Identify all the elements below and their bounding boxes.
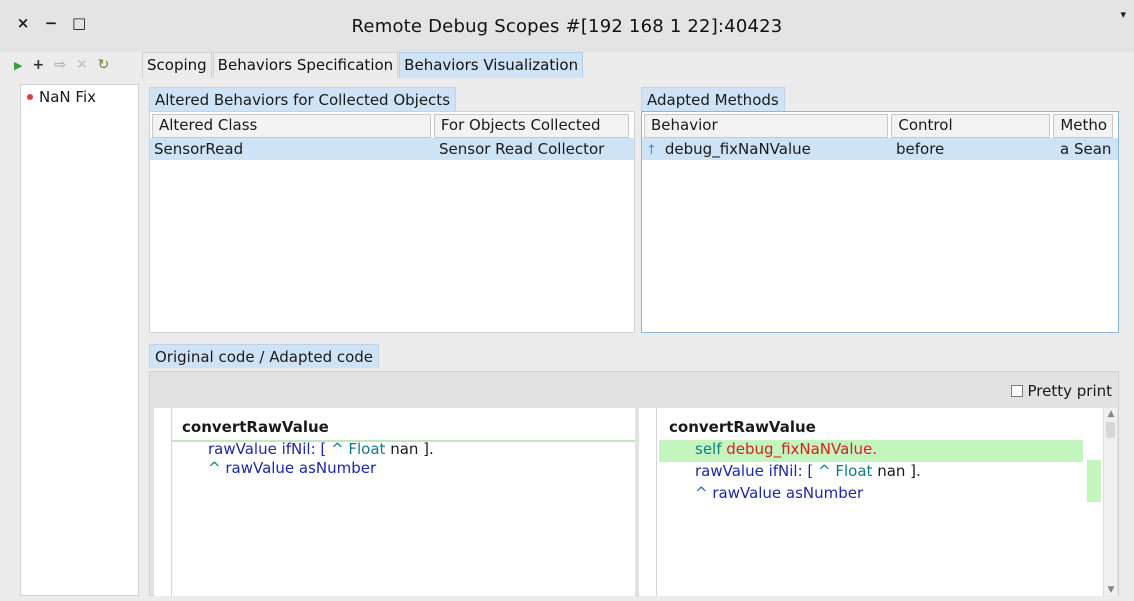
table-row[interactable]: SensorRead Sensor Read Collector — [150, 138, 634, 160]
tab-bar: Scoping Behaviors Specification Behavior… — [142, 52, 584, 78]
maximize-icon[interactable]: □ — [72, 14, 86, 32]
adapted-methods-table: Behavior Control Metho ↑ debug_fixNaNValu… — [641, 111, 1119, 333]
remove-icon[interactable]: ✕ — [76, 57, 88, 73]
window-controls: × − □ — [16, 14, 86, 32]
pretty-print-checkbox[interactable] — [1010, 385, 1023, 397]
line-gutter — [639, 408, 657, 596]
code-line: self debug_fixNaNValue. — [695, 440, 877, 458]
tab-scoping[interactable]: Scoping — [142, 52, 212, 78]
behavior-name: debug_fixNaNValue — [664, 140, 811, 158]
code-line: ^ rawValue asNumber — [208, 459, 377, 477]
column-header-method[interactable]: Metho — [1053, 114, 1113, 138]
table-header: Behavior Control Metho — [642, 112, 1118, 138]
altered-behaviors-table: Altered Class For Objects Collected Sens… — [149, 111, 635, 333]
column-header-objects-collected[interactable]: For Objects Collected — [433, 114, 629, 138]
adapted-code-pane[interactable]: convertRawValue self debug_fixNaNValue. … — [639, 408, 1117, 596]
method-name: convertRawValue — [182, 418, 329, 436]
column-header-behavior[interactable]: Behavior — [644, 114, 889, 138]
table-cell: ↑ debug_fixNaNValue — [642, 140, 892, 158]
diff-overview-marker — [1087, 460, 1101, 502]
status-dot-icon — [27, 94, 33, 100]
plus-icon[interactable]: + — [32, 57, 44, 73]
code-line: rawValue ifNil: [ ^ Float nan ]. — [695, 462, 921, 480]
adapted-methods-title: Adapted Methods — [641, 87, 785, 111]
scroll-thumb[interactable] — [1106, 422, 1115, 438]
method-name: convertRawValue — [669, 418, 816, 436]
table-cell: Sensor Read Collector — [439, 140, 605, 158]
pretty-print-toggle[interactable]: Pretty print — [1010, 382, 1113, 400]
play-icon[interactable]: ▶ — [14, 59, 22, 72]
code-view-title: Original code / Adapted code — [149, 344, 380, 368]
code-view: Pretty print convertRawValue rawValue if… — [149, 371, 1119, 596]
list-item-label: NaN Fix — [39, 88, 96, 106]
refresh-icon[interactable]: ↻ — [98, 57, 110, 73]
title-bar: × − □ Remote Debug Scopes #[192 168 1 22… — [0, 0, 1134, 52]
list-item[interactable]: NaN Fix — [21, 85, 138, 109]
vertical-scrollbar[interactable]: ▲ ▼ — [1103, 408, 1117, 596]
column-header-altered-class[interactable]: Altered Class — [152, 114, 431, 138]
altered-behaviors-title: Altered Behaviors for Collected Objects — [149, 87, 457, 111]
window-title: Remote Debug Scopes #[192 168 1 22]:4042… — [351, 15, 783, 37]
table-row[interactable]: ↑ debug_fixNaNValue before a Sean — [642, 138, 1118, 160]
table-cell: before — [896, 140, 945, 158]
window-menu-icon[interactable]: ▾ — [1120, 8, 1126, 21]
table-header: Altered Class For Objects Collected — [150, 112, 634, 138]
scroll-up-icon[interactable]: ▲ — [1104, 408, 1118, 420]
line-gutter — [154, 408, 172, 596]
tab-behaviors-specification[interactable]: Behaviors Specification — [212, 52, 399, 78]
minimize-icon[interactable]: − — [44, 14, 58, 32]
document-arrow-icon[interactable]: ⇨ — [54, 57, 66, 73]
close-icon[interactable]: × — [16, 14, 30, 32]
scopes-list: NaN Fix — [20, 84, 139, 596]
original-code-pane[interactable]: convertRawValue rawValue ifNil: [ ^ Floa… — [154, 408, 635, 596]
pretty-print-label: Pretty print — [1027, 382, 1113, 400]
toolbar: ▶ + ⇨ ✕ ↻ Scoping Behaviors Specificatio… — [0, 52, 1134, 78]
column-header-control[interactable]: Control — [891, 114, 1051, 138]
tab-behaviors-visualization[interactable]: Behaviors Visualization — [399, 52, 584, 78]
arrow-up-icon: ↑ — [646, 143, 657, 158]
toolbar-icons: ▶ + ⇨ ✕ ↻ — [0, 57, 142, 73]
table-cell: a Sean — [1060, 140, 1112, 158]
scroll-down-icon[interactable]: ▼ — [1104, 584, 1118, 596]
table-cell: SensorRead — [154, 140, 244, 158]
code-line: ^ rawValue asNumber — [695, 484, 864, 502]
